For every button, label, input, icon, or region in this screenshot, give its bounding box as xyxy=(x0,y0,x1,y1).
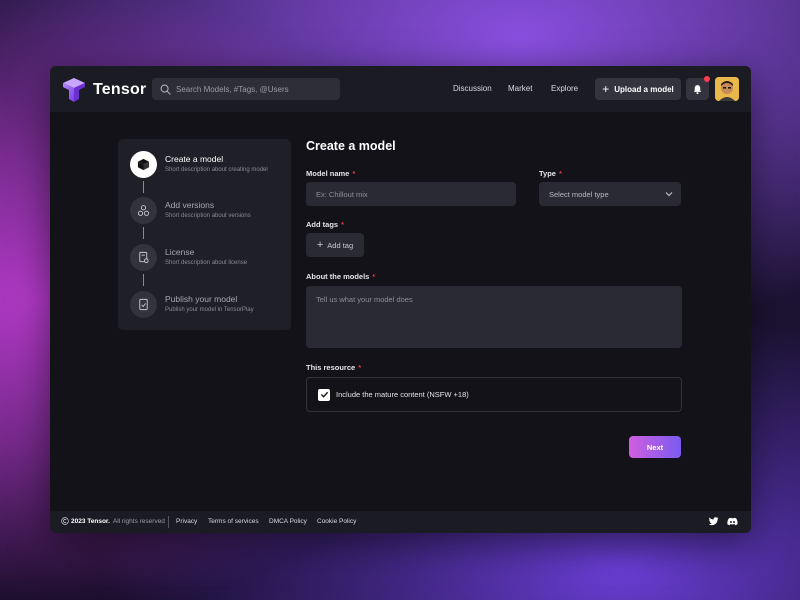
tags-label-text: Add tags xyxy=(306,220,339,229)
footer: 2023 Tensor. All rights reserved Privacy… xyxy=(50,511,751,533)
top-header: Tensor Discussion Market Explore + Uploa… xyxy=(50,66,751,112)
required-marker: * xyxy=(558,169,562,178)
footer-link-dmca[interactable]: DMCA Policy xyxy=(269,518,307,525)
step-publish[interactable]: Publish your model Publish your model in… xyxy=(130,291,290,321)
about-textarea[interactable] xyxy=(306,286,682,348)
step-description: Short description about license xyxy=(165,260,248,266)
upload-model-button[interactable]: + Upload a model xyxy=(595,78,681,100)
tags-label: Add tags * xyxy=(306,220,344,229)
twitter-icon[interactable] xyxy=(708,516,719,527)
required-marker: * xyxy=(358,363,362,372)
about-label-text: About the models xyxy=(306,272,370,281)
resource-label-text: This resource xyxy=(306,363,356,372)
model-name-label: Model name * xyxy=(306,169,355,178)
footer-link-terms[interactable]: Terms of services xyxy=(208,518,259,525)
resource-options: Include the mature content (NSFW +18) xyxy=(306,377,682,412)
step-title: Create a model xyxy=(165,154,224,164)
publish-icon xyxy=(139,298,148,311)
steps-panel: Create a model Short description about c… xyxy=(118,139,291,330)
model-type-select[interactable]: Select model type xyxy=(539,182,681,206)
step-icon-circle xyxy=(130,244,157,271)
about-label: About the models * xyxy=(306,272,375,281)
chevron-down-icon xyxy=(665,192,673,197)
type-label-text: Type xyxy=(539,169,556,178)
step-description: Short description about versions xyxy=(165,213,251,219)
step-license[interactable]: License Short description about license xyxy=(130,244,290,274)
step-description: Publish your model in TensorPlay xyxy=(165,307,254,313)
step-icon-circle xyxy=(130,291,157,318)
step-title: License xyxy=(165,247,195,257)
add-tag-label: Add tag xyxy=(327,240,354,250)
copyright-icon xyxy=(61,517,69,525)
plus-icon: + xyxy=(602,82,610,96)
step-title: Publish your model xyxy=(165,294,238,304)
step-create-model[interactable]: Create a model Short description about c… xyxy=(130,151,290,181)
footer-divider xyxy=(168,516,169,528)
add-tag-button[interactable]: + Add tag xyxy=(306,233,364,257)
model-name-input[interactable] xyxy=(306,182,516,206)
model-type-select-value: Select model type xyxy=(549,189,609,199)
search-input[interactable] xyxy=(176,84,336,94)
footer-link-privacy[interactable]: Privacy xyxy=(176,518,197,525)
resource-label: This resource * xyxy=(306,363,361,372)
search-icon xyxy=(160,84,171,95)
form-title: Create a model xyxy=(306,139,396,153)
nav-discussion[interactable]: Discussion xyxy=(453,84,492,93)
step-icon-circle xyxy=(130,151,157,178)
search-bar[interactable] xyxy=(152,78,340,100)
type-label: Type * xyxy=(539,169,562,178)
check-icon xyxy=(320,391,328,398)
license-icon xyxy=(139,251,149,264)
nav-market[interactable]: Market xyxy=(508,84,532,93)
required-marker: * xyxy=(372,272,376,281)
footer-link-cookie[interactable]: Cookie Policy xyxy=(317,518,356,525)
copyright-year: 2023 Tensor. xyxy=(71,517,110,525)
required-marker: * xyxy=(341,220,345,229)
step-connector xyxy=(143,181,144,193)
logo-text: Tensor xyxy=(93,81,147,98)
user-avatar[interactable] xyxy=(715,77,739,101)
cube-icon xyxy=(137,158,150,171)
next-button[interactable]: Next xyxy=(629,436,681,458)
discord-icon[interactable] xyxy=(727,516,738,527)
required-marker: * xyxy=(352,169,356,178)
bell-icon xyxy=(693,84,702,94)
step-connector xyxy=(143,274,144,286)
nav-explore[interactable]: Explore xyxy=(551,84,578,93)
step-icon-circle xyxy=(130,197,157,224)
notifications-button[interactable] xyxy=(686,76,710,100)
model-name-label-text: Model name xyxy=(306,169,350,178)
plus-icon: + xyxy=(316,239,324,251)
notification-dot xyxy=(704,76,710,82)
upload-model-label: Upload a model xyxy=(614,84,674,94)
avatar-image xyxy=(715,77,739,101)
mature-content-label: Include the mature content (NSFW +18) xyxy=(336,390,469,399)
step-description: Short description about creating model xyxy=(165,167,268,173)
app-window: Tensor Discussion Market Explore + Uploa… xyxy=(50,66,751,533)
tensor-logo-icon xyxy=(63,78,85,102)
step-title: Add versions xyxy=(165,200,215,210)
step-connector xyxy=(143,227,144,239)
step-add-versions[interactable]: Add versions Short description about ver… xyxy=(130,197,290,227)
logo[interactable]: Tensor xyxy=(61,77,146,103)
versions-icon xyxy=(137,205,150,216)
mature-content-checkbox[interactable] xyxy=(318,388,330,401)
copyright: 2023 Tensor. All rights reserved xyxy=(61,517,165,525)
copyright-rest: All rights reserved xyxy=(112,517,165,525)
